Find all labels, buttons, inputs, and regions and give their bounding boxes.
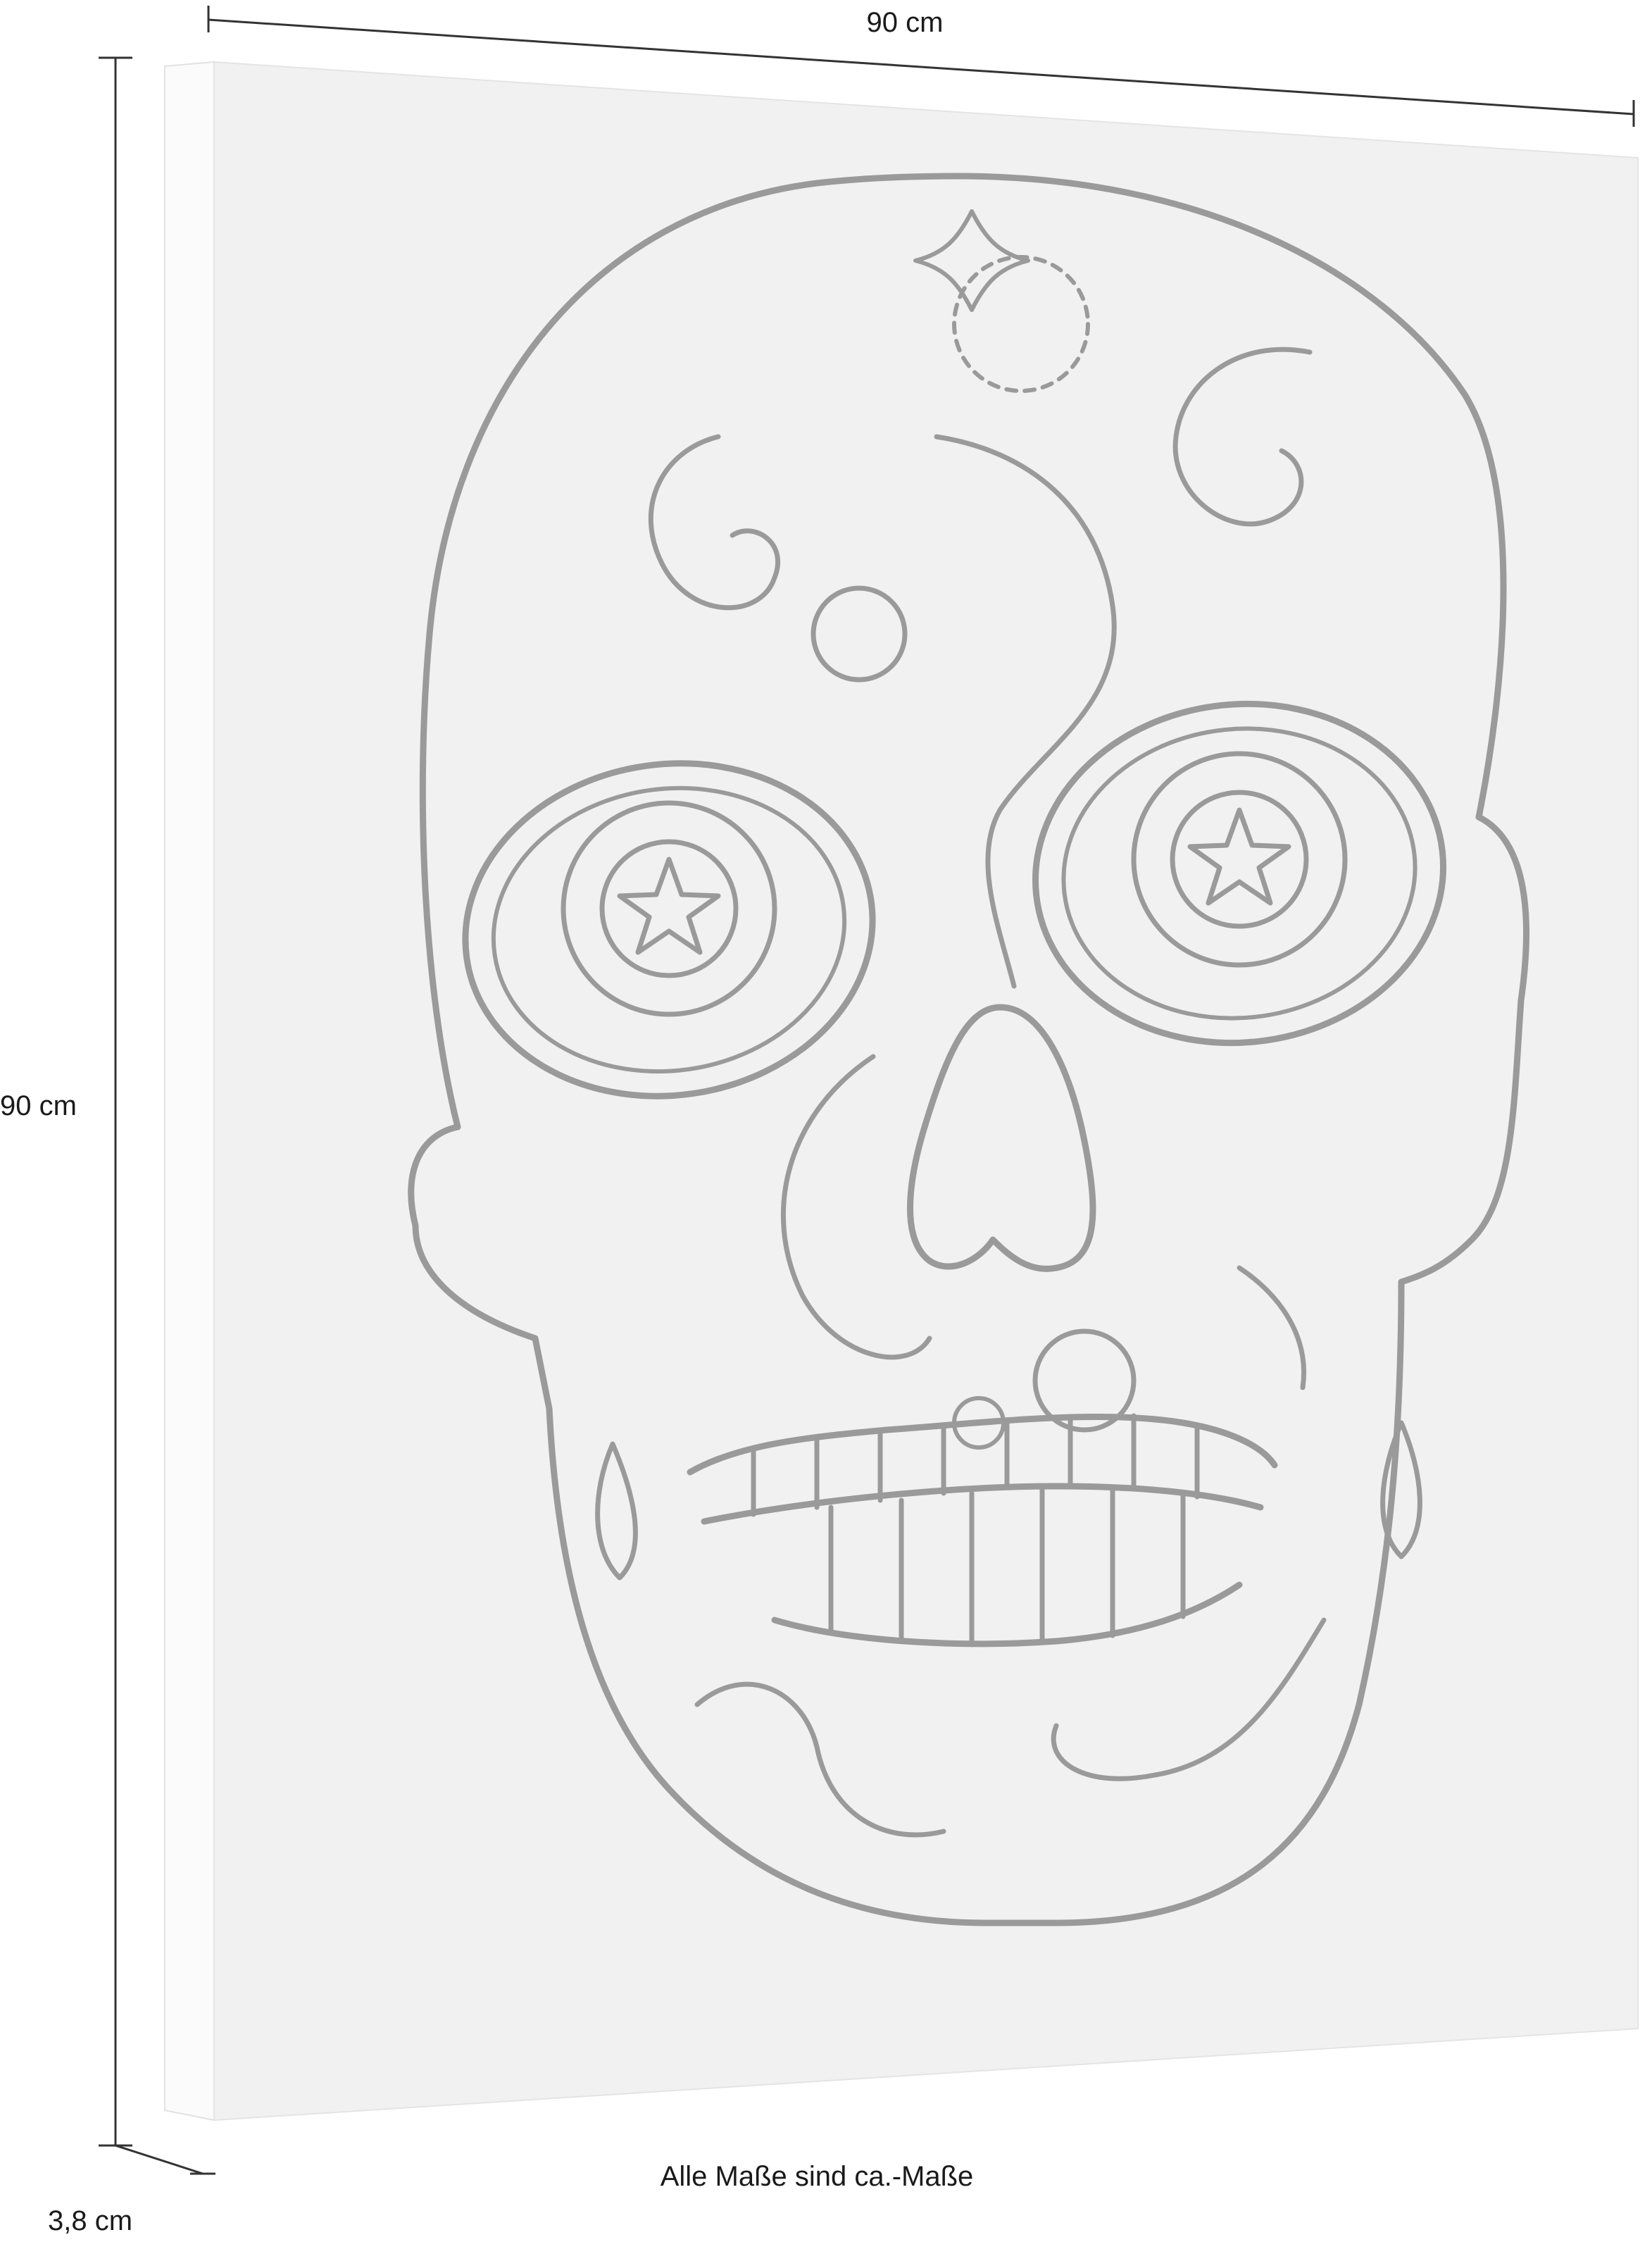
width-label: 90 cm [866, 7, 944, 38]
depth-label: 3,8 cm [48, 2205, 133, 2236]
dimensions-footnote: Alle Maße sind ca.-Maße [660, 2161, 974, 2192]
product-scene [99, 6, 1639, 2175]
canvas-side-edge [164, 61, 215, 2122]
depth-dimension-line [115, 2144, 204, 2175]
height-label: 90 cm [0, 1090, 77, 1121]
canvas-front [213, 61, 1639, 2122]
